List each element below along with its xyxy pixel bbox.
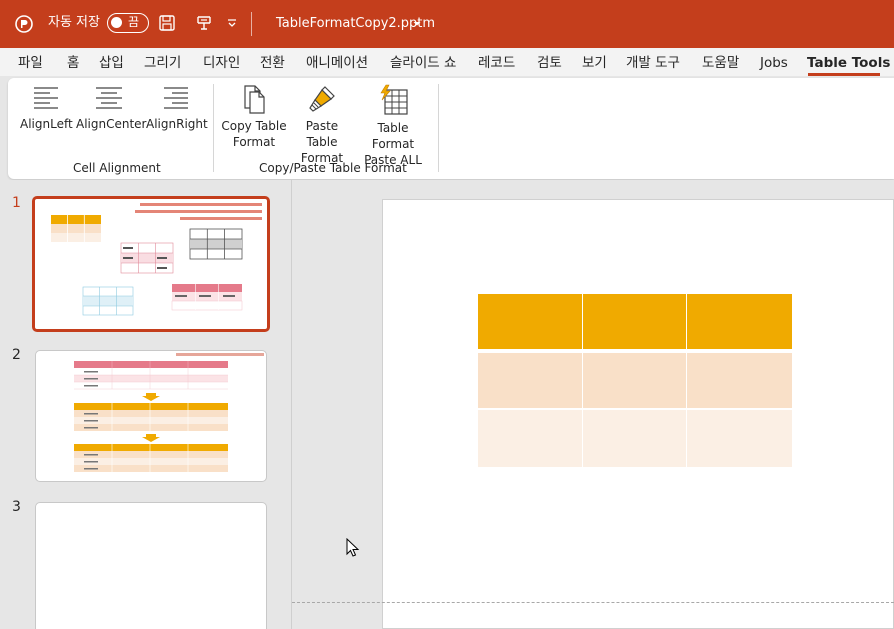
group-divider-2 [438,84,439,172]
table-cell[interactable] [478,294,582,349]
group-label-cell-alignment: Cell Alignment [73,161,161,175]
format-painter-icon [309,86,335,112]
slide-number-3: 3 [12,499,21,515]
tab-file[interactable]: 파일 [18,54,43,72]
tab-help[interactable]: 도움말 [702,54,739,72]
table-cell[interactable] [687,353,792,408]
align-left-button[interactable]: AlignLeft [20,84,73,132]
align-center-label: AlignCenter [76,117,147,131]
slide-2-preview [74,353,264,472]
tab-draw[interactable]: 그리기 [144,54,181,72]
active-tab-indicator [808,73,880,76]
mouse-cursor-icon [346,538,360,557]
autosave-toggle[interactable]: 끔 [107,13,149,33]
slide-thumbnail-2[interactable] [35,350,267,482]
tab-slideshow[interactable]: 슬라이드 쇼 [390,54,456,72]
tab-jobs[interactable]: Jobs [760,54,788,72]
tab-transitions[interactable]: 전환 [260,54,285,72]
notes-divider[interactable] [292,602,894,603]
slide-number-2: 2 [12,347,21,363]
align-left-icon [34,87,58,109]
copy-table-format-button[interactable]: Copy Table Format [221,84,287,150]
tab-review[interactable]: 검토 [537,54,562,72]
copy-table-format-line2: Format [232,135,276,149]
toggle-knob [111,17,122,28]
toggle-state-label: 끔 [128,15,140,29]
table-cell[interactable] [583,353,686,408]
ribbon-panel: AlignLeft AlignCenter AlignRight Cell Al… [8,78,894,179]
tab-developer[interactable]: 개발 도구 [626,54,680,72]
copy-document-icon [244,85,265,114]
paste-table-format-label: Paste Table Format [289,118,355,166]
tab-view[interactable]: 보기 [582,54,607,72]
tab-record[interactable]: 레코드 [478,54,515,72]
group-label-copy-paste: Copy/Paste Table Format [259,161,407,175]
title-bar: 자동 저장 끔 TableFormatCopy2.pptm [0,0,894,48]
slide-number-1: 1 [12,195,21,211]
table-cell[interactable] [687,410,792,467]
paste-all-line1: Table Format [371,121,415,151]
slide-thumbnail-3[interactable] [35,502,267,629]
paste-all-table-format-button[interactable]: Table Format Paste ALL [357,84,429,168]
group-divider [213,84,214,172]
table-cell[interactable] [687,294,792,349]
powerpoint-logo-icon[interactable] [14,14,34,34]
tab-table-tools[interactable]: Table Tools [807,54,890,72]
copy-table-format-label: Copy Table Format [221,118,287,150]
quick-access-icon[interactable] [194,13,214,33]
align-right-button[interactable]: AlignRight [146,84,208,132]
tab-insert[interactable]: 삽입 [99,54,124,72]
paste-table-format-line1: Paste Table [305,119,339,149]
paste-all-table-icon [380,84,408,115]
slide-thumbnail-1[interactable] [32,196,270,332]
align-right-label: AlignRight [146,117,208,131]
table-cell[interactable] [478,353,582,408]
align-right-icon [164,87,188,109]
paste-table-format-button[interactable]: Paste Table Format [289,84,355,166]
save-icon[interactable] [158,14,176,32]
table-cell[interactable] [583,410,686,467]
selected-table[interactable] [478,294,792,467]
align-center-icon [96,87,122,109]
table-cell[interactable] [478,410,582,467]
slide-1-preview [51,203,262,316]
copy-table-format-line1: Copy Table [221,119,287,133]
table-cell[interactable] [583,294,686,349]
autosave-label: 자동 저장 [48,15,100,30]
customize-toolbar-chevron-icon[interactable] [226,14,238,32]
tab-home[interactable]: 홈 [67,54,79,72]
titlebar-divider [251,12,252,36]
align-left-label: AlignLeft [20,117,73,131]
ribbon-tab-bar: 파일 홈 삽입 그리기 디자인 전환 애니메이션 슬라이드 쇼 레코드 검토 보… [0,48,894,76]
tab-animations[interactable]: 애니메이션 [306,54,368,72]
chevron-down-icon[interactable] [413,20,421,28]
tab-design[interactable]: 디자인 [203,54,240,72]
align-center-button[interactable]: AlignCenter [76,84,147,132]
file-name[interactable]: TableFormatCopy2.pptm [276,15,435,33]
